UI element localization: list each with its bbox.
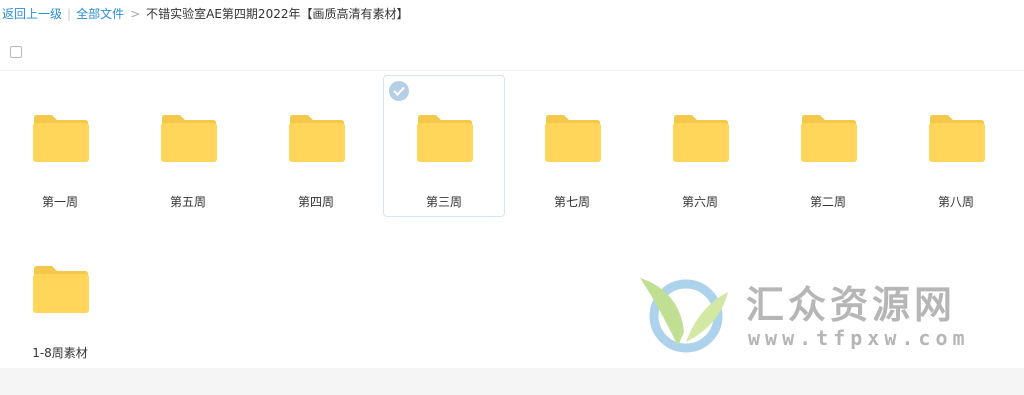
select-all-checkbox[interactable] [10,46,22,58]
folder-name: 第二周 [809,195,846,209]
watermark: 汇众资源网 www.tfpxw.com [636,272,986,362]
folder-icon [929,115,985,162]
folder-icon [673,115,729,162]
folder-name: 第一周 [41,195,78,209]
breadcrumb: 返回上一级 | 全部文件 > 不错实验室AE第四期2022年【画质高清有素材】 [2,5,408,23]
folder-name: 第六周 [681,195,718,209]
folder-item[interactable]: 第八周 [895,75,1017,217]
back-link[interactable]: 返回上一级 [2,7,62,21]
breadcrumb-arrow: > [130,7,141,21]
folder-name: 1-8周素材 [32,346,88,360]
folder-name: 第三周 [425,195,462,209]
folder-icon [33,115,89,162]
footer-strip [0,368,1024,395]
breadcrumb-separator: | [67,7,72,21]
folder-item[interactable]: 第三周 [383,75,505,217]
folder-item[interactable]: 第一周 [0,75,121,217]
all-files-link[interactable]: 全部文件 [76,7,124,21]
folder-name: 第五周 [169,195,206,209]
folder-icon [545,115,601,162]
folder-name: 第四周 [297,195,334,209]
watermark-logo-icon [640,278,728,353]
folder-item[interactable]: 第六周 [639,75,761,217]
folder-name: 第七周 [553,195,590,209]
folder-icon [161,115,217,162]
watermark-title: 汇众资源网 [746,283,957,327]
folder-item[interactable]: 第四周 [255,75,377,217]
divider [0,70,1024,71]
folder-item[interactable]: 第五周 [127,75,249,217]
watermark-url: www.tfpxw.com [748,326,970,350]
folder-icon [289,115,345,162]
folder-icon [417,115,473,162]
folder-item[interactable]: 1-8周素材 [0,226,121,368]
current-folder-title: 不错实验室AE第四期2022年【画质高清有素材】 [146,7,409,21]
folder-item[interactable]: 第七周 [511,75,633,217]
folder-name: 第八周 [937,195,974,209]
folder-icon [33,266,89,313]
folder-icon [801,115,857,162]
check-icon[interactable] [389,81,409,101]
folder-item[interactable]: 第二周 [767,75,889,217]
